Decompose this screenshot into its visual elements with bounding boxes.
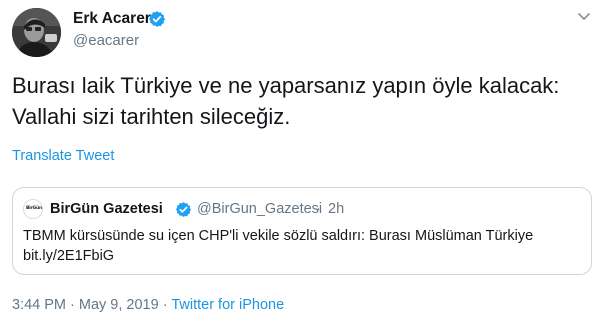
chevron-down-icon[interactable] [577, 12, 591, 22]
author-handle[interactable]: @eacarer [73, 32, 139, 49]
quoted-text-line: TBMM kürsüsünde su içen CHP'li vekile sö… [23, 228, 534, 244]
tweet: Erk Acarer @eacarer Burası laik Türkiye … [0, 0, 605, 331]
quoted-tweet[interactable]: BirGün BirGün Gazetesi @BirGun_Gazetesi … [12, 187, 592, 275]
quoted-author-name: BirGün Gazetesi [50, 201, 163, 217]
author-avatar[interactable] [12, 8, 61, 57]
quoted-author-handle: @BirGun_Gazetesi [197, 201, 323, 217]
tweet-meta: 3:44 PM · May 9, 2019 · Twitter for iPho… [12, 297, 284, 313]
meta-separator: · [158, 297, 172, 313]
verified-badge-icon [175, 202, 192, 217]
quoted-text-line: bit.ly/2E1FbiG [23, 248, 115, 264]
quoted-avatar: BirGün [23, 199, 43, 219]
tweet-date[interactable]: May 9, 2019 [79, 297, 159, 313]
tweet-time[interactable]: 3:44 PM [12, 297, 66, 313]
quoted-separator: · [316, 201, 321, 217]
translate-tweet-link[interactable]: Translate Tweet [12, 148, 114, 164]
quoted-avatar-logo: BirGün [25, 206, 43, 211]
tweet-text-line: Burası laik Türkiye ve ne yaparsanız yap… [12, 73, 560, 98]
tweet-text-line: Vallahi sizi tarihten sileceğiz. [12, 104, 291, 129]
quoted-tweet-text: TBMM kürsüsünde su içen CHP'li vekile sö… [23, 226, 583, 266]
verified-badge-icon [148, 11, 166, 27]
tweet-source-link[interactable]: Twitter for iPhone [171, 297, 284, 313]
author-name[interactable]: Erk Acarer [73, 10, 151, 28]
quoted-timestamp: 2h [328, 201, 345, 217]
meta-separator: · [66, 297, 79, 313]
tweet-text: Burası laik Türkiye ve ne yaparsanız yap… [12, 70, 592, 132]
